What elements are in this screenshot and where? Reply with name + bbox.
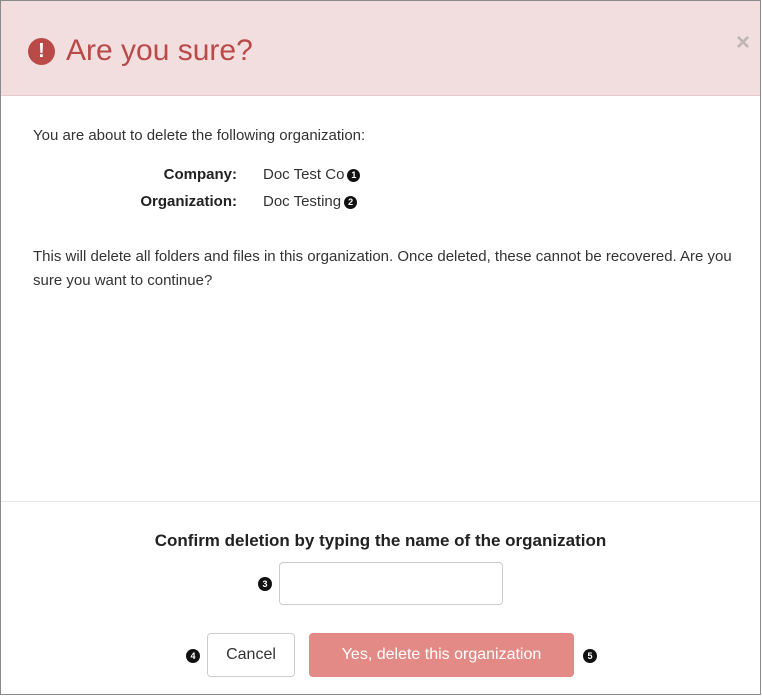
close-button[interactable]: × [736, 29, 750, 57]
callout-1-icon: 1 [347, 168, 361, 182]
organization-value: Doc Testing 2 [263, 193, 358, 210]
callout-2-icon: 2 [344, 195, 358, 209]
intro-text: You are about to delete the following or… [33, 127, 366, 144]
organization-name-input[interactable] [279, 562, 503, 605]
cancel-button[interactable]: Cancel [207, 633, 295, 677]
company-value: Doc Test Co 1 [263, 166, 361, 183]
footer-divider [1, 501, 760, 502]
dialog-title: Are you sure? [66, 34, 253, 67]
dialog-header: ! Are you sure? × [1, 1, 760, 96]
warning-text: This will delete all folders and files i… [33, 248, 732, 289]
callout-4-icon: 4 [186, 649, 200, 663]
company-value-text: Doc Test Co [263, 166, 345, 183]
delete-organization-button[interactable]: Yes, delete this organization [309, 633, 574, 677]
detail-row-company: Company: Doc Test Co 1 [1, 166, 762, 188]
exclamation-circle-icon: ! [28, 38, 55, 65]
callout-5-icon: 5 [583, 649, 597, 663]
organization-label: Organization: [140, 193, 237, 210]
delete-organization-dialog: ! Are you sure? × You are about to delet… [0, 0, 761, 695]
callout-3-icon: 3 [258, 577, 272, 591]
detail-row-organization: Organization: Doc Testing 2 [1, 193, 762, 215]
confirm-label: Confirm deletion by typing the name of t… [154, 531, 607, 550]
company-label: Company: [163, 166, 237, 183]
organization-value-text: Doc Testing [263, 193, 342, 210]
